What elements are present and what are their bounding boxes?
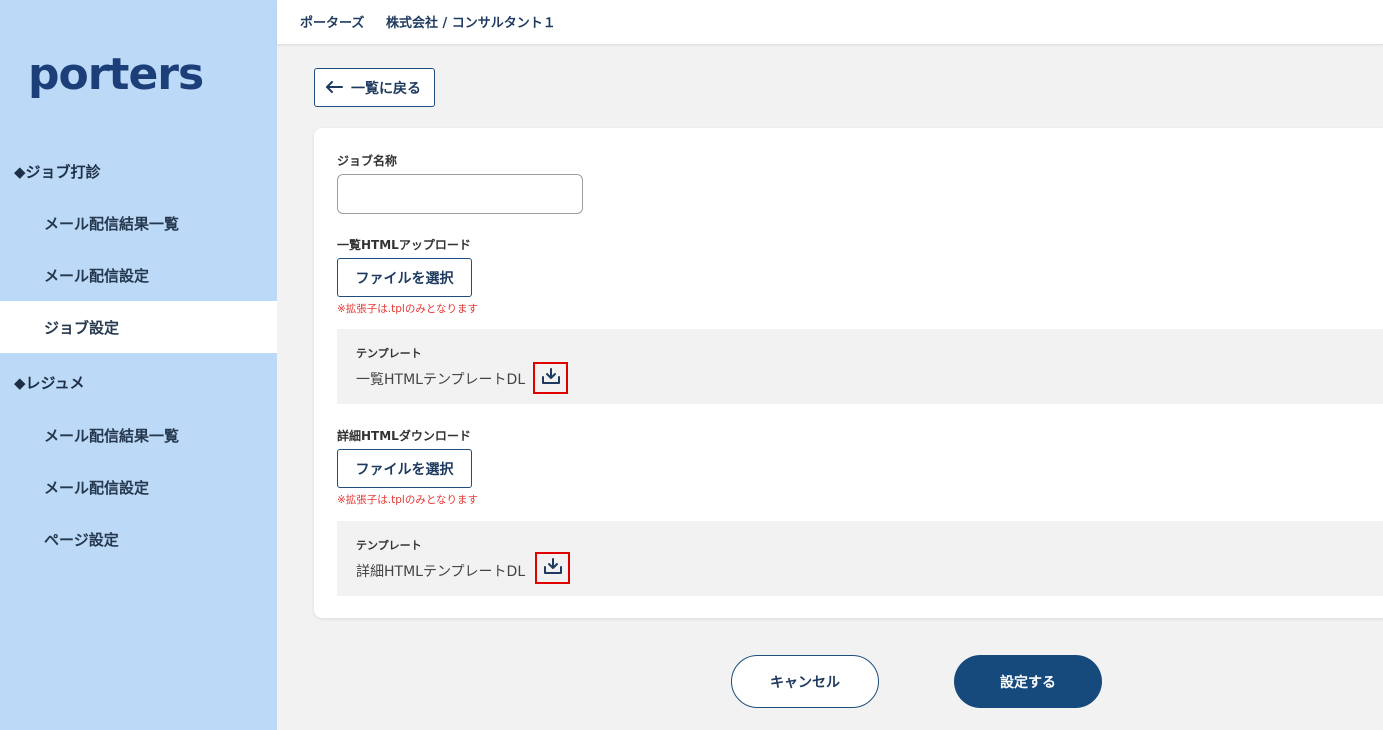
sidebar-item-resume-mail-settings[interactable]: メール配信設定 (0, 461, 277, 513)
job-name-input[interactable] (337, 174, 583, 214)
back-to-list-button[interactable]: 一覧に戻る (314, 68, 435, 107)
detail-html-extension-note: ※拡張子は.tplのみとなります (337, 494, 479, 506)
sidebar-item-job-settings[interactable]: ジョブ設定 (0, 301, 277, 353)
sidebar: porters ◆ジョブ打診 メール配信結果一覧 メール配信設定 ジョブ設定 ◆… (0, 0, 277, 730)
porters-logo[interactable]: porters (28, 44, 204, 100)
submit-settings-button[interactable]: 設定する (954, 655, 1102, 708)
sidebar-item-job-mail-settings[interactable]: メール配信設定 (0, 249, 277, 301)
breadcrumb-user[interactable]: 株式会社 / コンサルタント１ (386, 12, 556, 31)
download-icon (541, 367, 561, 389)
sidebar-item-label: ジョブ設定 (44, 318, 120, 337)
detail-template-title: テンプレート (356, 539, 422, 552)
detail-template-box: テンプレート 詳細HTMLテンプレートDL (337, 521, 1383, 596)
top-header: ポーターズ 株式会社 / コンサルタント１ (277, 0, 1383, 45)
sidebar-item-label: メール配信結果一覧 (44, 214, 180, 233)
list-html-upload-label: 一覧HTMLアップロード (337, 238, 471, 252)
cancel-button[interactable]: キャンセル (731, 655, 879, 708)
detail-html-download-label: 詳細HTMLダウンロード (337, 429, 471, 443)
list-template-box: テンプレート 一覧HTMLテンプレートDL (337, 329, 1383, 404)
sidebar-item-page-settings[interactable]: ページ設定 (0, 513, 277, 565)
sidebar-item-label: ページ設定 (44, 530, 119, 549)
list-template-download-link[interactable]: 一覧HTMLテンプレートDL (356, 369, 525, 389)
job-name-label: ジョブ名称 (337, 154, 398, 168)
sidebar-item-label: メール配信結果一覧 (44, 426, 180, 445)
list-template-title: テンプレート (356, 347, 422, 360)
list-html-extension-note: ※拡張子は.tplのみとなります (337, 303, 479, 315)
sidebar-section-resume: ◆レジュメ (14, 374, 85, 392)
detail-template-download-link[interactable]: 詳細HTMLテンプレートDL (356, 561, 525, 581)
sidebar-item-resume-mail-results[interactable]: メール配信結果一覧 (0, 409, 277, 461)
sidebar-item-label: メール配信設定 (44, 478, 150, 497)
logo-text: porters (28, 49, 204, 100)
breadcrumb-home[interactable]: ポーターズ (300, 12, 364, 31)
detail-template-download-button[interactable] (535, 552, 570, 584)
sidebar-section-job-offer: ◆ジョブ打診 (14, 163, 101, 181)
list-html-file-select-button[interactable]: ファイルを選択 (337, 258, 472, 297)
sidebar-item-job-mail-results[interactable]: メール配信結果一覧 (0, 197, 277, 249)
detail-html-file-select-button[interactable]: ファイルを選択 (337, 449, 472, 488)
back-button-label: 一覧に戻る (351, 80, 421, 97)
arrow-left-icon (325, 78, 343, 97)
list-template-download-button[interactable] (533, 362, 568, 394)
download-icon (543, 557, 563, 579)
sidebar-item-label: メール配信設定 (44, 266, 150, 285)
